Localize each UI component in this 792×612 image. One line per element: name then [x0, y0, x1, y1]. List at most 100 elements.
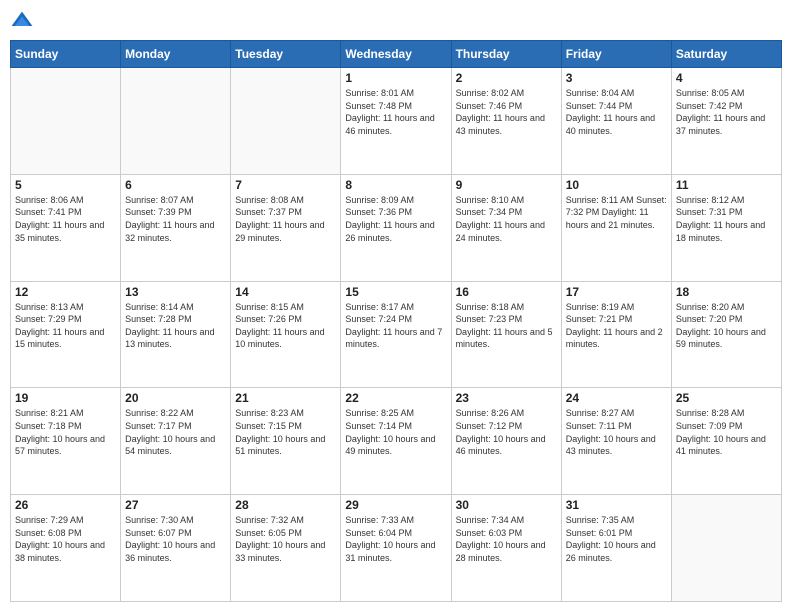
day-cell: 28 Sunrise: 7:32 AM Sunset: 6:05 PM Dayli…	[231, 495, 341, 602]
day-number: 26	[15, 498, 116, 512]
day-cell: 29Sunrise: 7:33 AM Sunset: 6:04 PM Dayli…	[341, 495, 451, 602]
day-info: Sunrise: 8:21 AM Sunset: 7:18 PM Dayligh…	[15, 407, 116, 457]
day-number: 5	[15, 178, 116, 192]
week-row-3: 12 Sunrise: 8:13 AM Sunset: 7:29 PM Dayli…	[11, 281, 782, 388]
weekday-header-sunday: Sunday	[11, 41, 121, 68]
day-info: Sunrise: 7:35 AM Sunset: 6:01 PM Dayligh…	[566, 514, 667, 564]
day-cell: 4 Sunrise: 8:05 AM Sunset: 7:42 PM Daylig…	[671, 68, 781, 175]
day-cell: 27Sunrise: 7:30 AM Sunset: 6:07 PM Dayli…	[121, 495, 231, 602]
day-number: 31	[566, 498, 667, 512]
day-info: Sunrise: 8:08 AM Sunset: 7:37 PM Dayligh…	[235, 194, 336, 244]
day-cell: 13 Sunrise: 8:14 AM Sunset: 7:28 PM Dayli…	[121, 281, 231, 388]
day-cell: 11Sunrise: 8:12 AM Sunset: 7:31 PM Dayli…	[671, 174, 781, 281]
day-info: Sunrise: 8:19 AM Sunset: 7:21 PM Dayligh…	[566, 301, 667, 351]
day-cell: 26 Sunrise: 7:29 AM Sunset: 6:08 PM Dayli…	[11, 495, 121, 602]
weekday-header-monday: Monday	[121, 41, 231, 68]
day-cell	[231, 68, 341, 175]
day-cell: 22 Sunrise: 8:25 AM Sunset: 7:14 PM Dayli…	[341, 388, 451, 495]
day-number: 30	[456, 498, 557, 512]
day-number: 25	[676, 391, 777, 405]
day-number: 27	[125, 498, 226, 512]
day-info: Sunrise: 7:29 AM Sunset: 6:08 PM Dayligh…	[15, 514, 116, 564]
day-number: 9	[456, 178, 557, 192]
day-cell: 14Sunrise: 8:15 AM Sunset: 7:26 PM Dayli…	[231, 281, 341, 388]
day-number: 7	[235, 178, 336, 192]
day-info: Sunrise: 7:32 AM Sunset: 6:05 PM Dayligh…	[235, 514, 336, 564]
calendar-table: SundayMondayTuesdayWednesdayThursdayFrid…	[10, 40, 782, 602]
day-cell: 30 Sunrise: 7:34 AM Sunset: 6:03 PM Dayli…	[451, 495, 561, 602]
day-cell: 16Sunrise: 8:18 AM Sunset: 7:23 PM Dayli…	[451, 281, 561, 388]
day-info: Sunrise: 8:28 AM Sunset: 7:09 PM Dayligh…	[676, 407, 777, 457]
week-row-5: 26 Sunrise: 7:29 AM Sunset: 6:08 PM Dayli…	[11, 495, 782, 602]
day-cell: 8 Sunrise: 8:09 AM Sunset: 7:36 PM Daylig…	[341, 174, 451, 281]
day-cell: 18 Sunrise: 8:20 AM Sunset: 7:20 PM Dayli…	[671, 281, 781, 388]
day-number: 8	[345, 178, 446, 192]
day-info: Sunrise: 8:13 AM Sunset: 7:29 PM Dayligh…	[15, 301, 116, 351]
day-info: Sunrise: 8:17 AM Sunset: 7:24 PM Dayligh…	[345, 301, 446, 351]
day-cell: 10 Sunrise: 8:11 AM Sunset: 7:32 PM Dayli…	[561, 174, 671, 281]
day-number: 21	[235, 391, 336, 405]
day-number: 15	[345, 285, 446, 299]
weekday-header-thursday: Thursday	[451, 41, 561, 68]
weekday-header-wednesday: Wednesday	[341, 41, 451, 68]
weekday-header-row: SundayMondayTuesdayWednesdayThursdayFrid…	[11, 41, 782, 68]
day-info: Sunrise: 8:04 AM Sunset: 7:44 PM Dayligh…	[566, 87, 667, 137]
day-cell: 3 Sunrise: 8:04 AM Sunset: 7:44 PM Daylig…	[561, 68, 671, 175]
day-info: Sunrise: 8:01 AM Sunset: 7:48 PM Dayligh…	[345, 87, 446, 137]
day-number: 20	[125, 391, 226, 405]
day-info: Sunrise: 8:11 AM Sunset: 7:32 PM Dayligh…	[566, 194, 667, 232]
day-info: Sunrise: 7:34 AM Sunset: 6:03 PM Dayligh…	[456, 514, 557, 564]
day-info: Sunrise: 8:15 AM Sunset: 7:26 PM Dayligh…	[235, 301, 336, 351]
day-info: Sunrise: 8:06 AM Sunset: 7:41 PM Dayligh…	[15, 194, 116, 244]
day-cell: 17 Sunrise: 8:19 AM Sunset: 7:21 PM Dayli…	[561, 281, 671, 388]
day-info: Sunrise: 8:14 AM Sunset: 7:28 PM Dayligh…	[125, 301, 226, 351]
day-cell	[121, 68, 231, 175]
day-cell: 25 Sunrise: 8:28 AM Sunset: 7:09 PM Dayli…	[671, 388, 781, 495]
day-info: Sunrise: 8:10 AM Sunset: 7:34 PM Dayligh…	[456, 194, 557, 244]
day-cell: 2Sunrise: 8:02 AM Sunset: 7:46 PM Daylig…	[451, 68, 561, 175]
day-info: Sunrise: 8:25 AM Sunset: 7:14 PM Dayligh…	[345, 407, 446, 457]
day-number: 23	[456, 391, 557, 405]
day-number: 17	[566, 285, 667, 299]
day-info: Sunrise: 8:22 AM Sunset: 7:17 PM Dayligh…	[125, 407, 226, 457]
day-cell: 6Sunrise: 8:07 AM Sunset: 7:39 PM Daylig…	[121, 174, 231, 281]
day-cell	[11, 68, 121, 175]
week-row-1: 1 Sunrise: 8:01 AM Sunset: 7:48 PM Daylig…	[11, 68, 782, 175]
day-cell: 5 Sunrise: 8:06 AM Sunset: 7:41 PM Daylig…	[11, 174, 121, 281]
day-cell: 15 Sunrise: 8:17 AM Sunset: 7:24 PM Dayli…	[341, 281, 451, 388]
week-row-2: 5 Sunrise: 8:06 AM Sunset: 7:41 PM Daylig…	[11, 174, 782, 281]
day-number: 19	[15, 391, 116, 405]
day-number: 1	[345, 71, 446, 85]
day-cell: 21 Sunrise: 8:23 AM Sunset: 7:15 PM Dayli…	[231, 388, 341, 495]
week-row-4: 19 Sunrise: 8:21 AM Sunset: 7:18 PM Dayli…	[11, 388, 782, 495]
day-info: Sunrise: 8:07 AM Sunset: 7:39 PM Dayligh…	[125, 194, 226, 244]
day-info: Sunrise: 8:09 AM Sunset: 7:36 PM Dayligh…	[345, 194, 446, 244]
weekday-header-saturday: Saturday	[671, 41, 781, 68]
day-number: 18	[676, 285, 777, 299]
day-info: Sunrise: 8:12 AM Sunset: 7:31 PM Dayligh…	[676, 194, 777, 244]
day-number: 3	[566, 71, 667, 85]
day-info: Sunrise: 8:23 AM Sunset: 7:15 PM Dayligh…	[235, 407, 336, 457]
day-number: 2	[456, 71, 557, 85]
day-number: 4	[676, 71, 777, 85]
day-cell: 19 Sunrise: 8:21 AM Sunset: 7:18 PM Dayli…	[11, 388, 121, 495]
day-cell: 12 Sunrise: 8:13 AM Sunset: 7:29 PM Dayli…	[11, 281, 121, 388]
day-number: 22	[345, 391, 446, 405]
weekday-header-friday: Friday	[561, 41, 671, 68]
day-info: Sunrise: 8:26 AM Sunset: 7:12 PM Dayligh…	[456, 407, 557, 457]
day-cell: 31 Sunrise: 7:35 AM Sunset: 6:01 PM Dayli…	[561, 495, 671, 602]
day-cell: 20 Sunrise: 8:22 AM Sunset: 7:17 PM Dayli…	[121, 388, 231, 495]
logo-icon	[10, 10, 34, 34]
day-cell: 24Sunrise: 8:27 AM Sunset: 7:11 PM Dayli…	[561, 388, 671, 495]
logo	[10, 10, 38, 34]
header	[10, 10, 782, 34]
day-cell	[671, 495, 781, 602]
day-number: 12	[15, 285, 116, 299]
day-number: 13	[125, 285, 226, 299]
day-info: Sunrise: 8:05 AM Sunset: 7:42 PM Dayligh…	[676, 87, 777, 137]
day-cell: 23 Sunrise: 8:26 AM Sunset: 7:12 PM Dayli…	[451, 388, 561, 495]
day-info: Sunrise: 8:20 AM Sunset: 7:20 PM Dayligh…	[676, 301, 777, 351]
day-number: 10	[566, 178, 667, 192]
day-number: 28	[235, 498, 336, 512]
day-info: Sunrise: 7:33 AM Sunset: 6:04 PM Dayligh…	[345, 514, 446, 564]
